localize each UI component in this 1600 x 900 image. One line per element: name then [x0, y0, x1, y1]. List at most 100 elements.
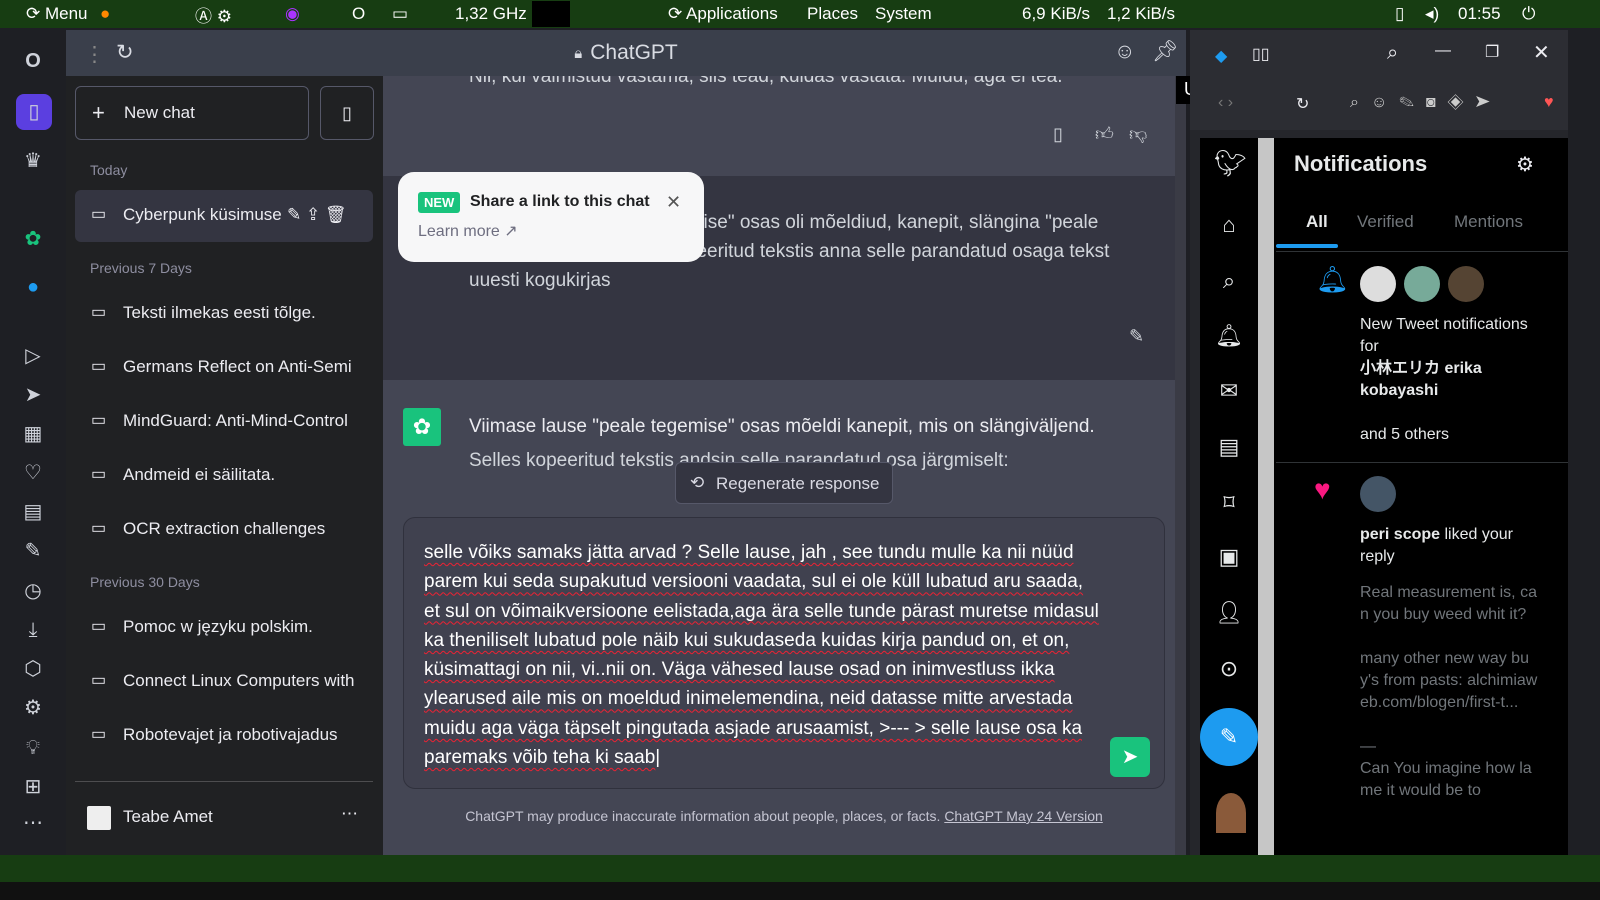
twitter-icon[interactable]: ● — [18, 272, 48, 302]
messages-icon[interactable]: ✉ — [1214, 378, 1244, 404]
applications-menu[interactable]: ⟳ Applications — [668, 4, 778, 24]
close-icon[interactable]: ✕ — [1533, 40, 1550, 65]
extension-icons[interactable]: ⌕☺✎◙◈➤ — [1350, 94, 1502, 112]
avatar[interactable] — [1360, 266, 1396, 302]
compose-tweet-button[interactable]: ✎ — [1200, 708, 1258, 766]
send-button[interactable]: ➤ — [1110, 737, 1150, 777]
emoji-icon[interactable]: ☺ — [1114, 40, 1135, 64]
assistant-message: Nii, kui valmistud vastama, siis tead, k… — [383, 76, 1175, 176]
minimize-icon[interactable]: — — [1435, 42, 1451, 60]
heart-icon[interactable]: ♥ — [1544, 94, 1554, 112]
tweet-preview[interactable]: Real measurement is, can you buy weed wh… — [1360, 582, 1540, 802]
more-icon[interactable]: ⋯ — [341, 804, 358, 824]
clock[interactable]: 01:55 — [1458, 4, 1501, 24]
chat-item[interactable]: ▭ OCR extraction challenges — [75, 504, 373, 556]
edit-message-icon[interactable]: ✎ — [1129, 322, 1144, 351]
chat-item[interactable]: ▭ MindGuard: Anti-Mind-Control — [75, 396, 373, 448]
chat-item[interactable]: ▭ Andmeid ei säilitata. — [75, 450, 373, 502]
twitter-logo-icon[interactable]: 🐦︎ — [1214, 148, 1247, 179]
avatar[interactable] — [1404, 266, 1440, 302]
edit-icon[interactable]: ✎ — [18, 536, 48, 566]
bell-icon[interactable]: 🔔︎ — [1214, 323, 1244, 349]
notification-text[interactable]: peri scope liked your reply — [1360, 524, 1550, 568]
profile-avatar[interactable] — [1216, 793, 1246, 833]
reload-icon[interactable]: ↻ — [116, 40, 134, 65]
heart-icon[interactable]: ♡ — [18, 458, 48, 488]
more-icon[interactable]: ⊙ — [1214, 656, 1244, 682]
reload-icon[interactable]: ↻ — [1296, 94, 1309, 114]
message-input[interactable]: selle võiks samaks jätta arvad ? Selle l… — [403, 517, 1165, 789]
crown-icon[interactable]: ♛ — [18, 146, 48, 176]
chatgpt-avatar-icon: ✿ — [403, 408, 441, 446]
cube-icon[interactable]: ⬡ — [18, 654, 48, 684]
taskbar[interactable] — [0, 855, 1600, 882]
more-icon[interactable]: ⋯ — [18, 808, 48, 838]
rename-icon[interactable]: ✎ ⇪ 🗑︎ — [287, 205, 347, 225]
terminal-icon[interactable]: ▭ — [392, 4, 408, 24]
chat-item[interactable]: ▭ Teksti ilmekas eesti tõlge. — [75, 288, 373, 340]
app-icon[interactable]: Ⓐ ⚙ — [195, 2, 232, 27]
book-icon[interactable]: ▯ — [16, 94, 52, 130]
battery-icon[interactable]: ▯ — [1395, 4, 1404, 24]
scrollbar[interactable] — [1258, 138, 1274, 855]
lock-icon: 🔒︎ — [574, 44, 583, 62]
pin-icon[interactable]: 📌︎ — [1152, 40, 1179, 64]
opera-icon[interactable]: O — [352, 4, 365, 24]
thumbs-down-icon[interactable]: 👎︎ — [1129, 120, 1147, 149]
system-menu[interactable]: System — [875, 4, 932, 24]
search-icon[interactable]: ⌕ — [1387, 42, 1398, 65]
toggle-sidebar-button[interactable]: ▯ — [320, 86, 374, 140]
player-icon[interactable]: ▷ — [18, 341, 48, 371]
home-icon[interactable]: ⌂ — [1214, 212, 1244, 238]
chat-item[interactable]: ▭ Robotevajet ja robotivajadus — [75, 710, 373, 762]
chat-item[interactable]: ▭ Connect Linux Computers with — [75, 656, 373, 708]
add-panel-icon[interactable]: ⊞ — [18, 772, 48, 802]
chat-item[interactable]: ▭ Cyberpunk küsimuse ✎ ⇪ 🗑︎ — [75, 190, 373, 242]
version-link[interactable]: ChatGPT May 24 Version — [944, 808, 1102, 824]
chat-item[interactable]: ▭ Pomoc w języku polskim. — [75, 602, 373, 654]
twitter-blue-icon[interactable]: ▣ — [1214, 544, 1244, 570]
chatgpt-icon[interactable]: ✿ — [18, 224, 48, 254]
notification-text[interactable]: New Tweet notifications for 小林エリカ erika k… — [1360, 314, 1550, 446]
new-chat-button[interactable]: + New chat — [75, 86, 309, 140]
history-icon[interactable]: ◷ — [18, 576, 48, 606]
thumbs-up-icon[interactable]: 👍︎ — [1095, 120, 1114, 149]
profile-icon[interactable]: 👤︎ — [1214, 600, 1244, 626]
lists-icon[interactable]: ▤ — [1214, 434, 1244, 460]
tab-mentions[interactable]: Mentions — [1454, 212, 1523, 232]
back-icon[interactable]: ‹ › — [1218, 94, 1233, 112]
places-menu[interactable]: Places — [807, 4, 858, 24]
opera-logo-icon[interactable]: O — [18, 46, 48, 76]
disclaimer: ChatGPT may produce inaccurate informati… — [465, 808, 1103, 824]
scrollbar[interactable] — [1175, 76, 1186, 855]
close-icon[interactable]: ✕ — [666, 192, 681, 213]
firefox-icon[interactable]: ● — [100, 4, 110, 24]
chat-item[interactable]: ▭ Germans Reflect on Anti-Semi — [75, 342, 373, 394]
download-icon[interactable]: ⤓ — [18, 615, 48, 645]
avatar[interactable] — [1360, 476, 1396, 512]
learn-more-link[interactable]: Learn more ↗ — [418, 221, 518, 241]
settings-icon[interactable]: ⚙ — [18, 693, 48, 723]
vpn-icon[interactable]: ◆ — [1215, 46, 1227, 66]
tab-all[interactable]: All — [1306, 212, 1328, 232]
volume-icon[interactable]: ◂) — [1425, 4, 1439, 24]
regenerate-button[interactable]: ⟲ Regenerate response — [675, 462, 893, 504]
avatar[interactable] — [1448, 266, 1484, 302]
send-icon[interactable]: ➤ — [18, 380, 48, 410]
settings-icon[interactable]: ⚙ — [1516, 152, 1534, 177]
bulb-icon[interactable]: 💡︎ — [18, 733, 48, 763]
copy-icon[interactable]: ▯ — [1053, 120, 1063, 149]
maximize-icon[interactable]: ❐ — [1485, 42, 1499, 62]
news-icon[interactable]: ▤ — [18, 497, 48, 527]
system-top-panel: ⟳ Menu ● Ⓐ ⚙ ◉ O ▭ 1,32 GHz ⟳ Applicatio… — [0, 0, 1600, 28]
search-icon[interactable]: ⌕ — [1214, 268, 1244, 294]
tab-verified[interactable]: Verified — [1357, 212, 1414, 232]
apps-icon[interactable]: ▦ — [18, 419, 48, 449]
drag-handle-icon[interactable]: ⋮ — [84, 42, 105, 67]
power-icon[interactable]: ⏻ — [1522, 4, 1535, 24]
tor-icon[interactable]: ◉ — [285, 4, 300, 24]
tabs-icon[interactable]: ▯▯ — [1252, 44, 1270, 64]
menu-button[interactable]: ⟳ Menu — [26, 4, 88, 24]
user-menu[interactable]: Teabe Amet ⋯ — [75, 792, 373, 844]
bookmark-icon[interactable]: ⌑ — [1214, 490, 1244, 516]
